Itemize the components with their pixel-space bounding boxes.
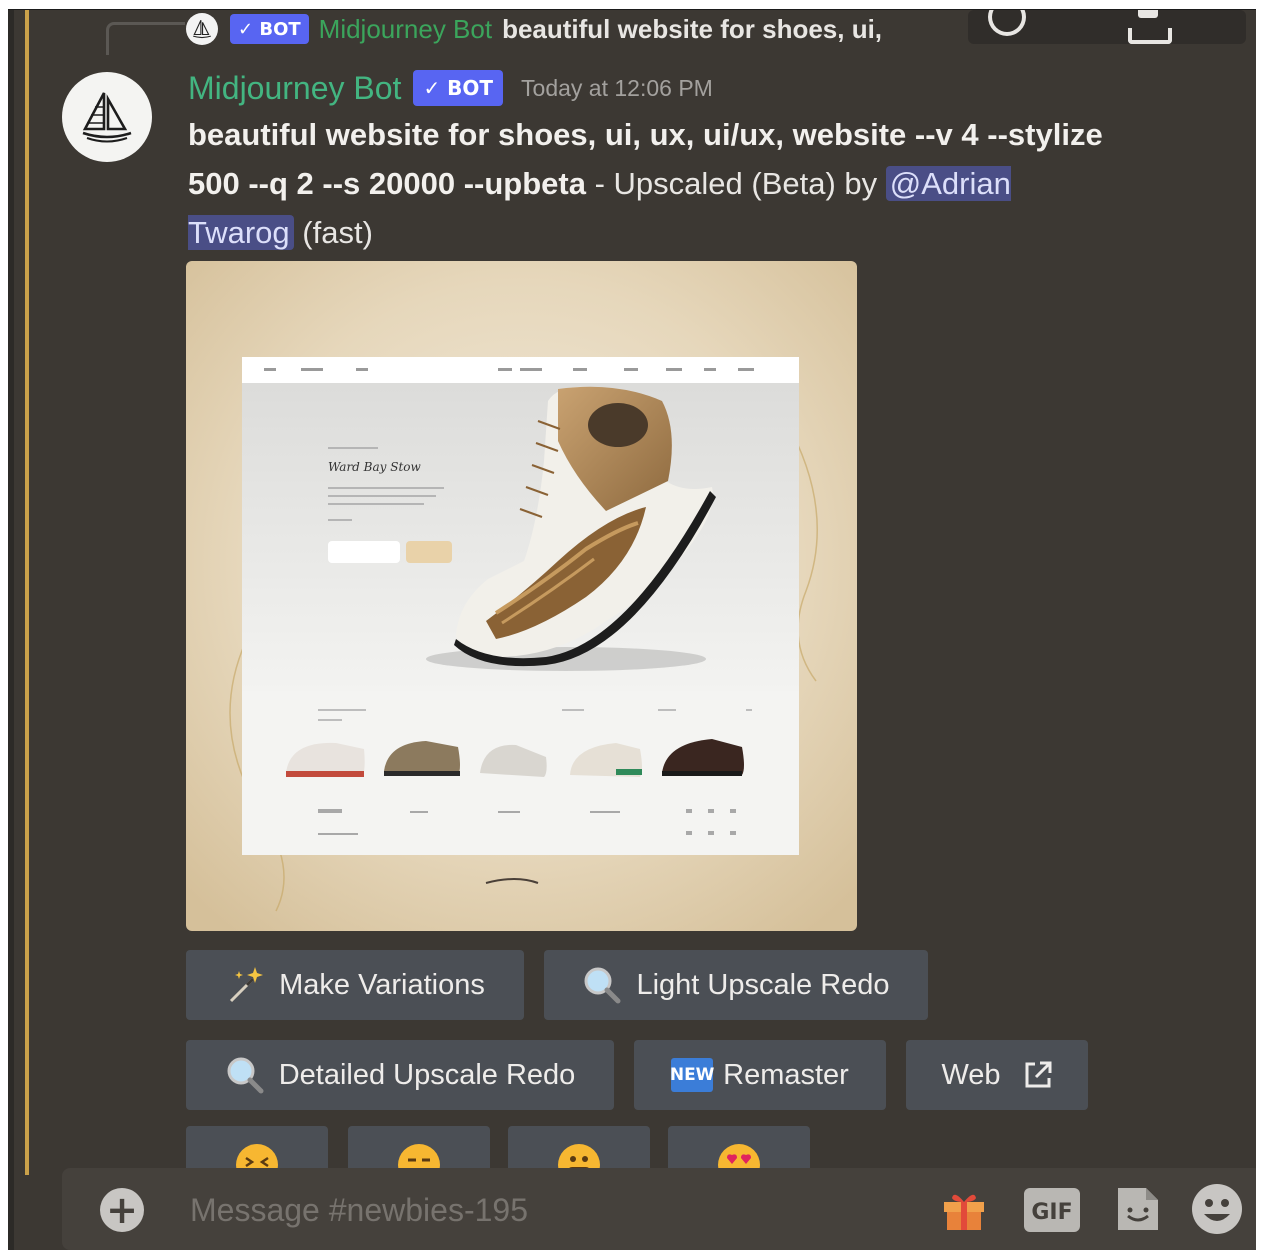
message-composer: + GIF [62,1168,1256,1250]
reply-text[interactable]: beautiful website for shoes, ui, [502,14,882,45]
message-toolbar[interactable] [968,10,1246,44]
bot-tag: ✓ BOT [413,70,504,106]
thread-icon[interactable] [1138,10,1158,18]
magic-wand-icon [225,965,265,1005]
web-link-button[interactable]: Web [906,1040,1088,1110]
detailed-upscale-redo-label: Detailed Upscale Redo [278,1058,576,1091]
speed-note: (fast) [293,215,373,250]
sailboat-icon [193,19,211,39]
make-variations-label: Make Variations [279,968,485,1001]
message-content: beautiful website for shoes, ui, ux, ui/… [188,110,1108,257]
chat-panel: ✓ BOT Midjourney Bot beautiful website f… [8,9,1256,1250]
reply-bot-tag: ✓ BOT [230,14,309,44]
remaster-label: Remaster [723,1058,849,1091]
attach-plus-icon[interactable]: + [100,1188,144,1232]
magnifier-icon [582,965,622,1005]
upscale-note: Upscaled (Beta) by [613,166,886,201]
highlight-line [25,10,29,1175]
make-variations-button[interactable]: Make Variations [186,950,524,1020]
reaction-icon[interactable] [988,10,1026,36]
separator: - [585,166,614,201]
new-badge-icon: NEW [670,1058,714,1092]
gif-button[interactable]: GIF [1024,1188,1080,1236]
reply-avatar [186,13,218,45]
timestamp: Today at 12:06 PM [521,74,713,101]
web-label: Web [941,1058,1001,1091]
reply-reference[interactable]: ✓ BOT Midjourney Bot beautiful website f… [186,12,882,46]
magnifier-icon [225,1055,265,1095]
generated-image[interactable]: Ward Bay Stow [186,261,857,931]
sailboat-icon [82,92,132,143]
svg-text:GIF: GIF [1031,1200,1072,1225]
avatar[interactable] [62,72,152,162]
author-name[interactable]: Midjourney Bot [188,70,401,107]
light-upscale-redo-button[interactable]: Light Upscale Redo [544,950,928,1020]
emoji-icon[interactable] [1190,1182,1244,1240]
message-header: Midjourney Bot ✓ BOT Today at 12:06 PM [188,66,713,110]
reply-author[interactable]: Midjourney Bot [319,14,492,45]
detailed-upscale-redo-button[interactable]: Detailed Upscale Redo [186,1040,614,1110]
more-icon[interactable] [1128,28,1172,44]
shoe-website-mockup-image: Ward Bay Stow [186,261,857,931]
sticker-icon[interactable] [1114,1184,1162,1238]
gift-icon[interactable] [940,1186,988,1238]
message-input[interactable] [188,1186,892,1234]
channel-edge [8,10,14,1250]
svg-text:Ward Bay Stow: Ward Bay Stow [328,460,422,474]
remaster-button[interactable]: NEW Remaster [634,1040,886,1110]
reply-connector [106,22,185,55]
light-upscale-redo-label: Light Upscale Redo [636,968,890,1001]
external-link-icon [1023,1060,1053,1090]
